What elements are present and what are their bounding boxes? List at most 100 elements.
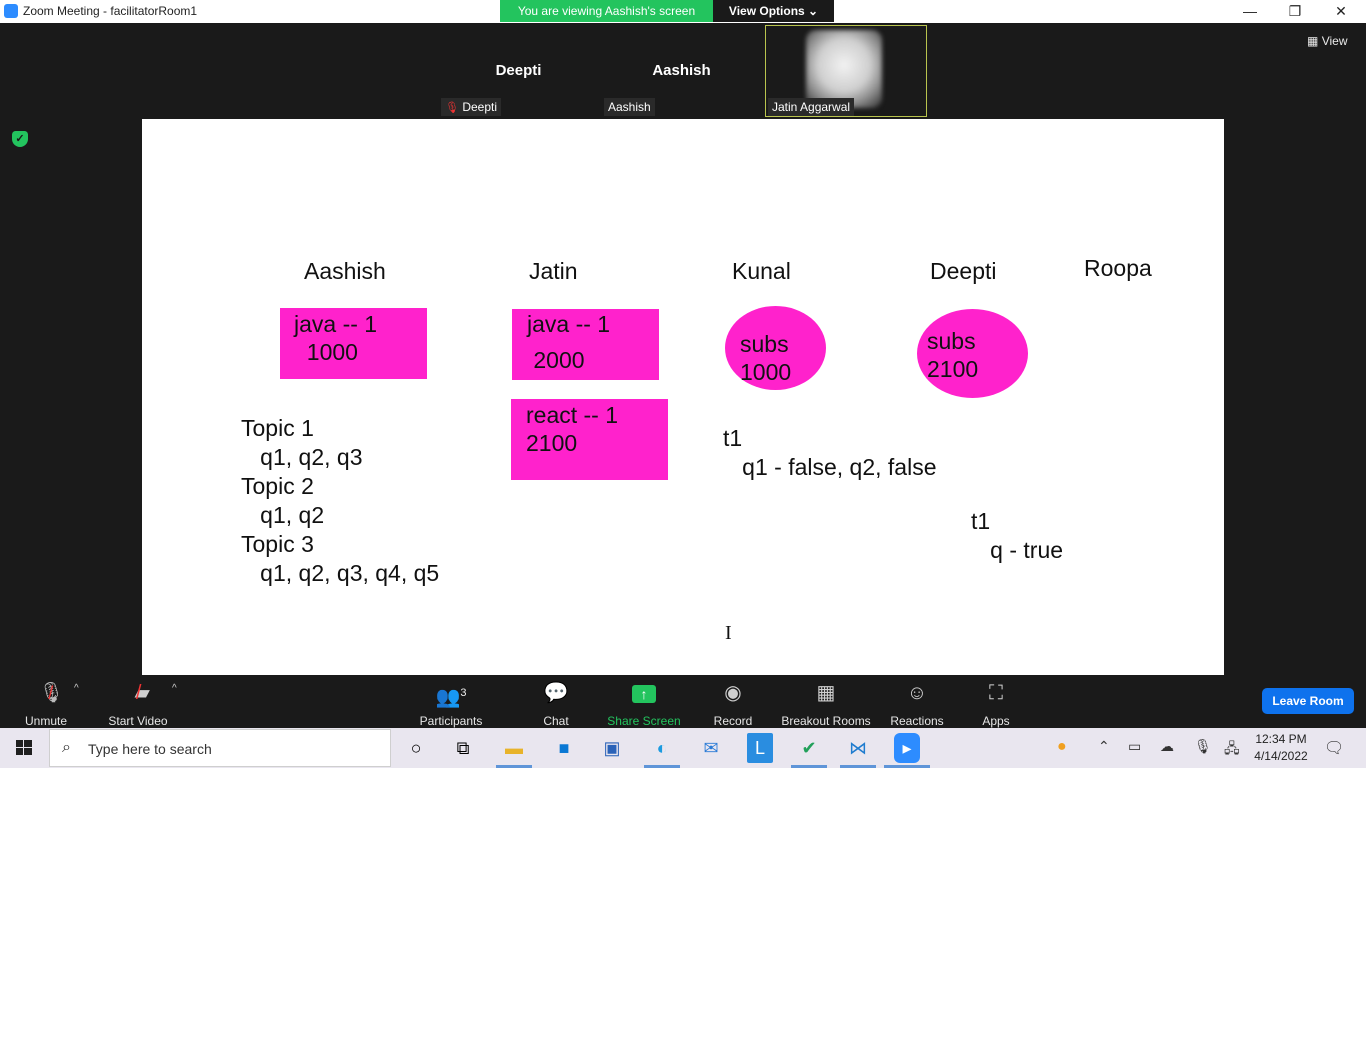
column-name-deepti: Deepti bbox=[930, 258, 997, 284]
note-text: subs 2100 bbox=[927, 328, 979, 382]
breakout-rooms-button[interactable]: ▦ Breakout Rooms bbox=[780, 680, 872, 728]
start-video-button[interactable]: ▰/ Start Video bbox=[104, 680, 172, 728]
column-name-roopa: Roopa bbox=[1084, 255, 1152, 281]
minimize-button[interactable]: — bbox=[1227, 0, 1273, 23]
share-screen-label: Share Screen bbox=[607, 714, 681, 728]
clock-date: 4/14/2022 bbox=[1254, 749, 1308, 763]
participant-label: Aashish bbox=[604, 98, 655, 116]
apps-button[interactable]: ⛶ Apps bbox=[976, 680, 1016, 728]
clock-time: 12:34 PM bbox=[1255, 732, 1307, 746]
deepti-t1-notes: t1 q - true bbox=[971, 508, 1064, 563]
column-name-kunal: Kunal bbox=[732, 258, 791, 284]
ellipse-note: subs 1000 bbox=[725, 306, 826, 390]
kunal-t1-notes: t1 q1 - false, q2, false bbox=[723, 425, 937, 480]
note-text: subs 1000 bbox=[740, 331, 792, 385]
microphone-icon[interactable]: 🎙 bbox=[1194, 738, 1212, 755]
participants-icon: 👥3 bbox=[435, 686, 467, 709]
check-app-icon[interactable]: ✔ bbox=[793, 733, 825, 763]
vscode-icon[interactable]: ⋈ bbox=[842, 733, 874, 763]
start-video-label: Start Video bbox=[108, 714, 168, 728]
notification-app-icon[interactable]: ● bbox=[1057, 738, 1067, 756]
mail-icon[interactable]: ✉ bbox=[695, 733, 727, 763]
participant-count: 3 bbox=[460, 687, 467, 699]
chat-button[interactable]: 💬 Chat bbox=[531, 680, 581, 728]
taskbar-search-input[interactable]: ⌕ Type here to search bbox=[49, 729, 391, 767]
action-center-icon[interactable]: 🗨 bbox=[1324, 738, 1344, 758]
video-off-icon: ▰/ bbox=[134, 682, 150, 704]
note-text: java -- 1 2000 bbox=[527, 311, 611, 373]
participants-button[interactable]: 👥3 Participants bbox=[416, 680, 486, 728]
zoom-app-icon bbox=[4, 4, 18, 18]
share-screen-icon: ↑ bbox=[606, 680, 682, 706]
column-name-jatin: Jatin bbox=[529, 258, 578, 284]
encryption-shield-icon[interactable]: ✓ bbox=[12, 131, 28, 147]
sticky-note: java -- 1 1000 bbox=[280, 308, 427, 379]
grid-icon: ▦ bbox=[1307, 34, 1319, 48]
record-icon: ◉ bbox=[724, 682, 742, 704]
leave-room-button[interactable]: Leave Room bbox=[1262, 688, 1354, 714]
participants-label: Participants bbox=[419, 714, 483, 728]
participant-thumbnail-deepti[interactable]: Deepti 🎙 Deepti bbox=[439, 25, 598, 116]
participant-thumbnail-jatin[interactable]: Jatin Aggarwal bbox=[765, 25, 927, 117]
reactions-button[interactable]: ☺ Reactions bbox=[888, 680, 946, 728]
running-indicator bbox=[496, 765, 532, 768]
edge-icon[interactable]: ◐ bbox=[646, 733, 678, 763]
network-icon[interactable]: 🖧 bbox=[1224, 738, 1240, 762]
ellipse-note: subs 2100 bbox=[917, 309, 1028, 398]
note-text: java -- 1 1000 bbox=[294, 311, 378, 365]
video-options-caret[interactable]: ^ bbox=[172, 683, 177, 694]
sticky-note: react -- 1 2100 bbox=[511, 399, 668, 480]
view-label: View bbox=[1321, 34, 1348, 48]
cortana-icon[interactable]: ○ bbox=[400, 733, 432, 763]
chat-icon: 💬 bbox=[543, 682, 569, 704]
audio-options-caret[interactable]: ^ bbox=[74, 683, 79, 694]
cloud-icon[interactable]: ☁ bbox=[1160, 738, 1174, 755]
restore-button[interactable]: ❐ bbox=[1272, 0, 1318, 23]
running-indicator bbox=[791, 765, 827, 768]
participant-label: Jatin Aggarwal bbox=[768, 98, 855, 116]
taskbar-clock[interactable]: 12:34 PM 4/14/2022 bbox=[1248, 731, 1314, 765]
viewing-screen-banner: You are viewing Aashish's screen bbox=[500, 0, 713, 22]
breakout-rooms-icon: ▦ bbox=[816, 682, 836, 704]
share-screen-button[interactable]: ↑ Share Screen bbox=[606, 680, 682, 728]
participant-video bbox=[806, 30, 882, 108]
participant-label: 🎙 Deepti bbox=[441, 98, 501, 116]
muted-mic-icon: 🎙/ bbox=[38, 682, 65, 704]
running-indicator bbox=[644, 765, 680, 768]
battery-icon[interactable]: ▭ bbox=[1128, 738, 1141, 755]
participant-name: Aashish bbox=[652, 62, 711, 79]
text-cursor-icon: I bbox=[725, 622, 732, 644]
meeting-toolbar: 🎙/ Unmute ^ ▰/ Start Video ^ 👥3 Particip… bbox=[0, 675, 1366, 728]
file-explorer-icon[interactable]: ▬ bbox=[498, 733, 530, 763]
view-options-button[interactable]: View Options ⌄ bbox=[713, 0, 834, 22]
sticky-note: java -- 1 2000 bbox=[512, 309, 659, 380]
chat-label: Chat bbox=[543, 714, 569, 728]
close-button[interactable]: ✕ bbox=[1318, 0, 1364, 23]
record-button[interactable]: ◉ Record bbox=[710, 680, 756, 728]
view-button[interactable]: ▦ View bbox=[1307, 34, 1347, 48]
reactions-label: Reactions bbox=[890, 714, 944, 728]
topics-list: Topic 1 q1, q2, q3 Topic 2 q1, q2 Topic … bbox=[241, 415, 440, 586]
breakout-rooms-label: Breakout Rooms bbox=[781, 714, 871, 728]
apps-icon: ⛶ bbox=[989, 682, 1003, 704]
chevron-up-icon[interactable]: ⌃ bbox=[1098, 738, 1110, 755]
running-indicator bbox=[840, 765, 876, 768]
participant-label-text: Deepti bbox=[462, 100, 497, 114]
zoom-icon[interactable]: ▸ bbox=[894, 733, 920, 763]
search-placeholder: Type here to search bbox=[88, 741, 212, 757]
unmute-button[interactable]: 🎙/ Unmute bbox=[16, 680, 76, 728]
unmute-label: Unmute bbox=[24, 714, 68, 728]
window-title: Zoom Meeting - facilitatorRoom1 bbox=[23, 4, 198, 18]
task-view-icon[interactable]: ⧉ bbox=[447, 733, 479, 763]
participant-name: Deepti bbox=[495, 62, 542, 79]
apps-label: Apps bbox=[982, 714, 1010, 728]
l-app-icon[interactable]: L bbox=[747, 733, 773, 763]
note-text: react -- 1 2100 bbox=[526, 402, 619, 456]
column-name-aashish: Aashish bbox=[304, 258, 386, 284]
participant-thumbnail-aashish[interactable]: Aashish Aashish bbox=[602, 25, 761, 116]
search-icon: ⌕ bbox=[62, 739, 71, 756]
outlook-icon[interactable]: ■ bbox=[548, 733, 580, 763]
windows-start-icon[interactable] bbox=[0, 728, 48, 768]
store-icon[interactable]: ▣ bbox=[596, 733, 628, 763]
reactions-icon: ☺ bbox=[906, 682, 928, 704]
